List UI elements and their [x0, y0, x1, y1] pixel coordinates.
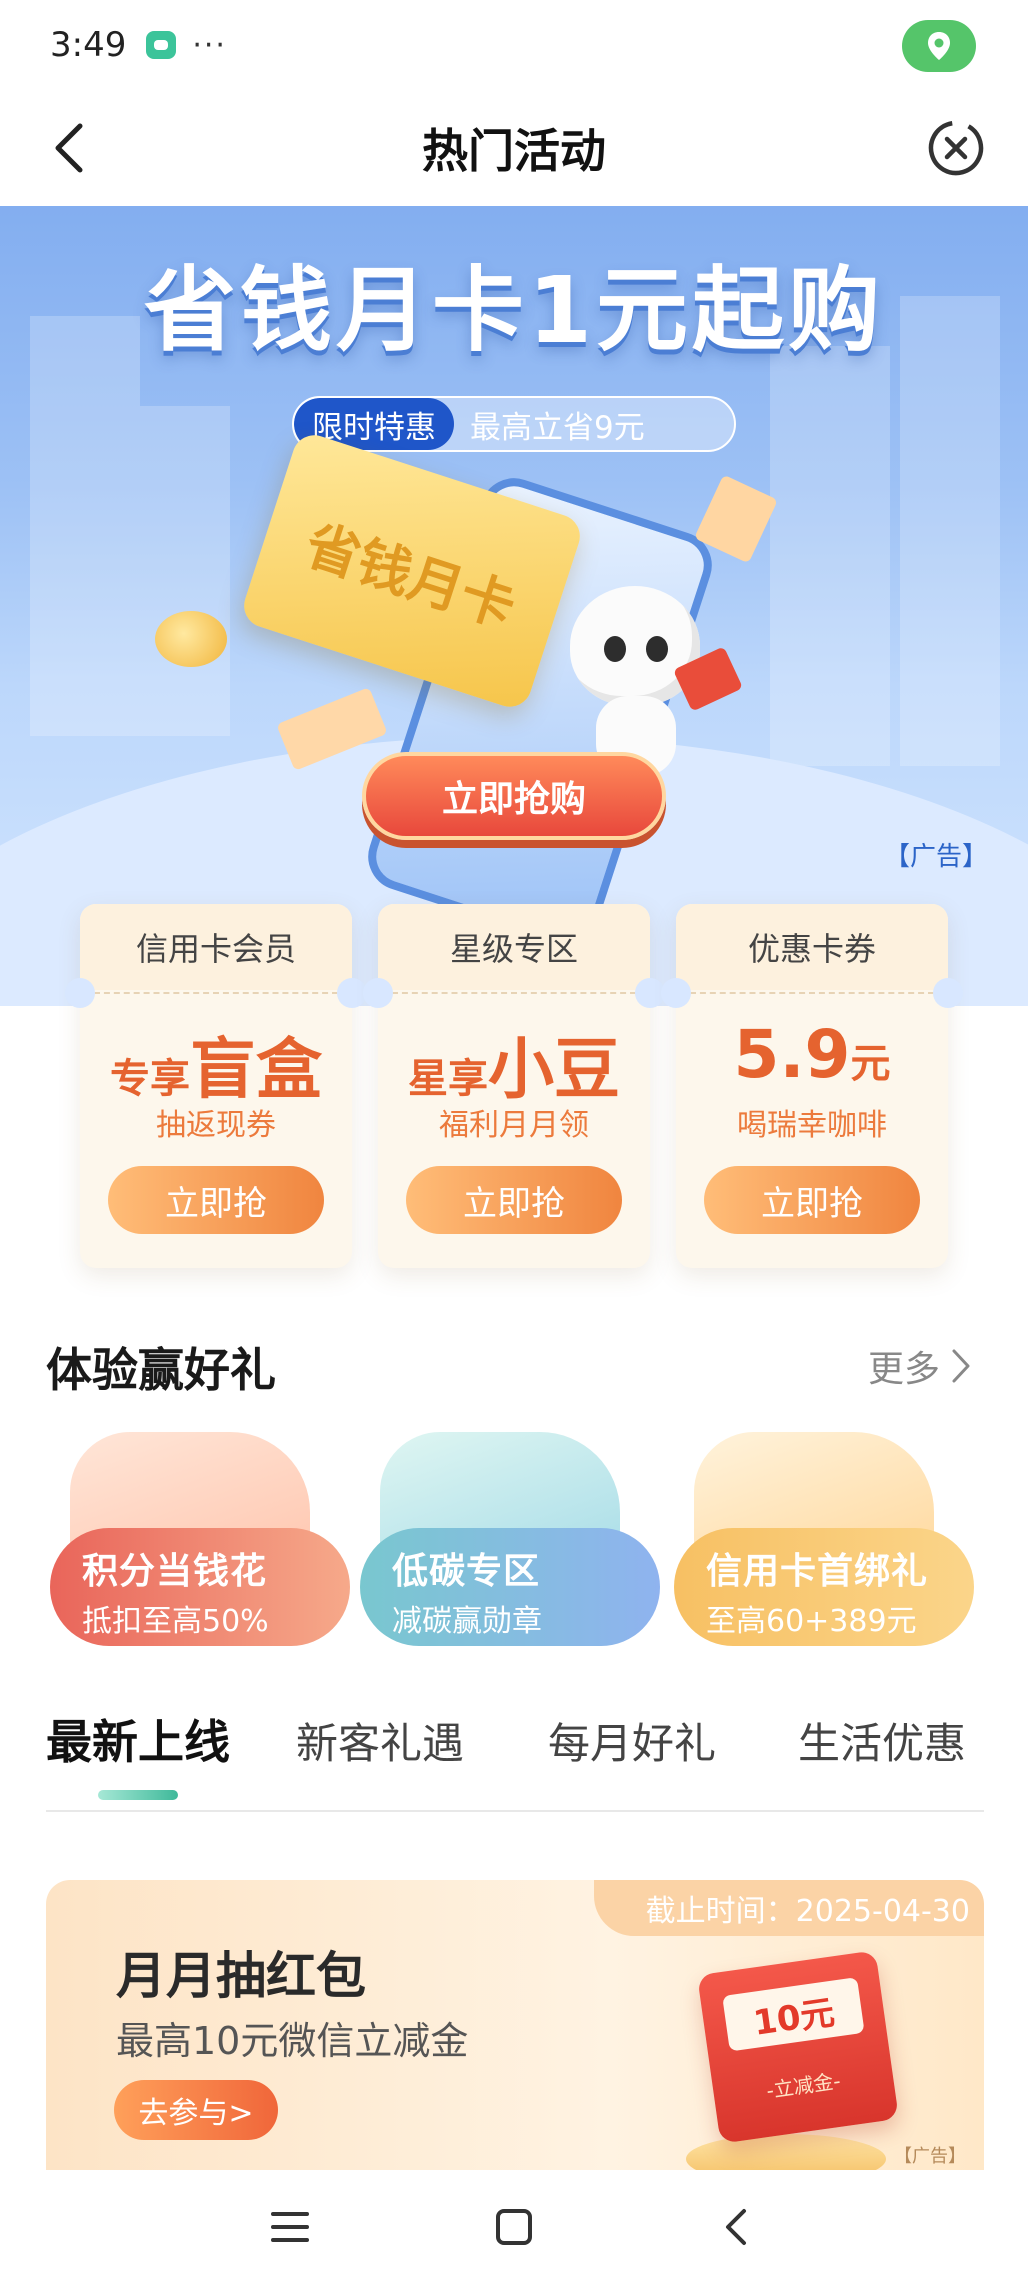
menu-icon [271, 2212, 309, 2242]
promo-card-subtitle: 福利月月领 [439, 1108, 589, 1143]
participate-button[interactable]: 去参与> [114, 2080, 278, 2140]
promo-card-highlight: 星享小豆 [408, 1031, 620, 1108]
status-time: 3:49 [50, 25, 127, 65]
tab-life-offers[interactable]: 生活优惠 [798, 1710, 966, 1771]
red-envelope-icon: 10元 -立减金- [697, 1950, 899, 2144]
ad-label: 【广告】 [894, 2146, 966, 2167]
promo-card-subtitle: 抽返现券 [156, 1108, 276, 1143]
mascot-illustration [560, 586, 744, 776]
gift-subtitle: 减碳赢勋章 [392, 1604, 542, 1639]
gift-title: 积分当钱花 [82, 1551, 268, 1592]
close-icon [928, 120, 984, 176]
buy-now-button[interactable]: 立即抢购 [362, 752, 666, 840]
hero-title: 省钱月卡1元起购 [143, 257, 884, 364]
close-button[interactable] [924, 116, 988, 180]
more-notifications-icon: ··· [192, 27, 227, 63]
back-arrow-icon [726, 2209, 746, 2245]
promo-card-star-zone[interactable]: 星级专区 星享小豆 福利月月领 立即抢 [363, 904, 665, 1268]
gift-title: 信用卡首绑礼 [706, 1551, 929, 1592]
promo-card-header: 星级专区 [378, 904, 650, 990]
promo-card-highlight: 5.9元 [733, 1016, 891, 1093]
grab-button[interactable]: 立即抢 [704, 1166, 920, 1234]
activity-card[interactable]: 截止时间：2025-04-30 月月抽红包 最高10元微信立减金 去参与> 10… [46, 1880, 984, 2170]
menu-button[interactable] [250, 2192, 330, 2262]
status-bar: 3:49 ··· [0, 0, 1028, 90]
tab-indicator [98, 1790, 178, 1800]
promo-card-subtitle: 喝瑞幸咖啡 [737, 1108, 887, 1143]
tab-new-customer[interactable]: 新客礼遇 [296, 1710, 464, 1771]
system-nav-bar [0, 2170, 1028, 2284]
activity-subtitle: 最高10元微信立减金 [116, 2019, 469, 2063]
system-back-button[interactable] [696, 2192, 776, 2262]
chevron-right-icon [952, 1349, 970, 1383]
promo-card-header: 优惠卡券 [676, 904, 948, 990]
month-card-text: 省钱月卡 [298, 512, 523, 640]
gift-subtitle: 抵扣至高50% [82, 1604, 269, 1639]
page-title: 热门活动 [422, 124, 606, 178]
promo-card-credit-member[interactable]: 信用卡会员 专享盲盒 抽返现券 立即抢 [65, 904, 367, 1268]
gift-low-carbon[interactable]: 低碳专区 减碳赢勋章 [360, 1432, 660, 1646]
envelope-label: -立减金- [764, 2068, 842, 2103]
more-link[interactable]: 更多 [868, 1340, 972, 1392]
gift-card-binding[interactable]: 信用卡首绑礼 至高60+389元 [674, 1432, 974, 1646]
deadline-badge: 截止时间：2025-04-30 [593, 1880, 984, 1936]
promo-card-highlight: 专享盲盒 [110, 1031, 322, 1108]
coin-icon [155, 611, 227, 667]
tab-monthly-gifts[interactable]: 每月好礼 [548, 1710, 716, 1771]
gift-title: 低碳专区 [392, 1551, 541, 1592]
hero-banner[interactable]: 省钱月卡1元起购 限时特惠 最高立省9元 省钱月卡 立即抢购 【广告】 [0, 206, 1028, 1006]
grab-button[interactable]: 立即抢 [406, 1166, 622, 1234]
back-button[interactable] [38, 116, 102, 180]
ad-label: 【广告】 [883, 842, 988, 872]
tab-latest[interactable]: 最新上线 [46, 1706, 230, 1772]
activity-title: 月月抽红包 [116, 1947, 366, 2005]
gift-subtitle: 至高60+389元 [706, 1604, 917, 1639]
envelope-amount: 10元 [722, 1977, 865, 2052]
category-tabs: 最新上线 新客礼遇 每月好礼 生活优惠 [46, 1700, 984, 1812]
grab-button[interactable]: 立即抢 [108, 1166, 324, 1234]
chevron-left-icon [55, 123, 83, 173]
promo-card-coupons[interactable]: 优惠卡券 5.9元 喝瑞幸咖啡 立即抢 [661, 904, 963, 1268]
more-link-label: 更多 [867, 1349, 940, 1390]
hero-subtitle: 限时特惠 最高立省9元 [292, 396, 736, 452]
gift-points[interactable]: 积分当钱花 抵扣至高50% [50, 1432, 350, 1646]
home-square-icon [496, 2209, 532, 2245]
promo-card-header: 信用卡会员 [80, 904, 352, 990]
podium-illustration [686, 2134, 886, 2170]
month-card-illustration: 省钱月卡 [238, 429, 586, 713]
hero-subtitle-text: 最高立省9元 [470, 409, 645, 446]
nav-bar: 热门活动 [0, 90, 1028, 206]
location-icon [902, 20, 976, 72]
chat-notification-icon [146, 31, 177, 59]
section-title: 体验赢好礼 [46, 1343, 276, 1397]
home-button[interactable] [474, 2192, 554, 2262]
